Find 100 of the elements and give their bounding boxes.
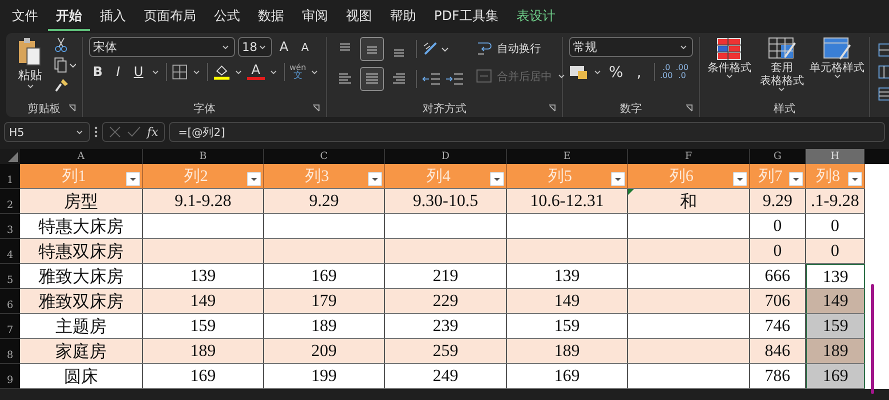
wrap-text-button[interactable]: 自动换行	[475, 37, 567, 59]
format-cells-icon[interactable]	[878, 87, 889, 101]
row-header[interactable]: 5	[0, 264, 20, 289]
name-box[interactable]: H5	[4, 122, 90, 142]
filter-dropdown-icon[interactable]	[368, 172, 382, 186]
scissors-icon[interactable]	[54, 37, 68, 53]
column-header[interactable]: A	[20, 149, 143, 164]
row-header[interactable]: 7	[0, 314, 20, 339]
caret-icon[interactable]	[594, 70, 601, 74]
menu-tab[interactable]: 审阅	[294, 2, 336, 30]
comma-button[interactable]: ,	[629, 63, 649, 81]
horizontal-align-icon[interactable]	[360, 67, 384, 91]
increase-indent-icon[interactable]	[445, 71, 465, 87]
filter-dropdown-icon[interactable]	[247, 172, 261, 186]
menu-tab[interactable]: PDF工具集	[426, 2, 506, 30]
caret-icon[interactable]	[152, 70, 160, 74]
dialog-launcher-icon[interactable]	[68, 104, 76, 112]
caret-icon[interactable]	[680, 44, 687, 50]
filter-dropdown-icon[interactable]	[733, 172, 747, 186]
caret-icon[interactable]	[726, 74, 733, 79]
row-header[interactable]: 9	[0, 364, 20, 389]
decimal-button[interactable]: .00 .0	[676, 64, 688, 80]
caret-icon[interactable]	[192, 70, 200, 74]
column-header[interactable]: B	[143, 149, 264, 164]
filter-dropdown-icon[interactable]	[789, 172, 803, 186]
column-header[interactable]: H	[806, 149, 865, 164]
menu-tab[interactable]: 文件	[4, 2, 46, 30]
font-name-dropdown[interactable]: 宋体	[89, 37, 235, 57]
row-header[interactable]: 6	[0, 289, 20, 314]
menu-tab[interactable]: 页面布局	[136, 2, 204, 30]
shrink-font-button[interactable]: A	[296, 40, 314, 54]
column-header[interactable]: C	[264, 149, 385, 164]
style-button[interactable]: 套用 表格格式	[758, 37, 805, 99]
caret-icon[interactable]	[222, 44, 229, 50]
caret-icon[interactable]	[76, 130, 83, 134]
format-painter-icon[interactable]	[54, 77, 70, 93]
style-button[interactable]: 条件格式	[706, 37, 752, 99]
font-style-button[interactable]: U	[130, 64, 148, 80]
column-header[interactable]: E	[507, 149, 628, 164]
formula-field[interactable]: =[@列2]	[169, 122, 885, 142]
dialog-launcher-icon[interactable]	[312, 104, 320, 112]
menu-tab[interactable]: 帮助	[382, 2, 424, 30]
cell-text: 666	[764, 266, 790, 286]
menu-tab[interactable]: 公式	[206, 2, 248, 30]
caret-icon[interactable]	[834, 74, 840, 79]
font-style-button[interactable]: B	[89, 64, 106, 80]
filter-dropdown-icon[interactable]	[611, 172, 625, 186]
group-title: 样式	[774, 100, 796, 116]
copy-icon[interactable]	[54, 57, 76, 73]
vertical-align-icon[interactable]	[360, 37, 384, 61]
cell-text: 189	[190, 341, 216, 361]
dialog-launcher-icon[interactable]	[685, 104, 693, 112]
row-header[interactable]: 8	[0, 339, 20, 364]
row-header[interactable]: 1	[0, 164, 20, 189]
caret-icon[interactable]	[26, 84, 34, 89]
check-icon[interactable]	[127, 126, 141, 138]
menu-tab[interactable]: 开始	[48, 2, 90, 30]
cancel-icon[interactable]	[109, 126, 121, 138]
cell-text: 159	[554, 316, 580, 336]
decrease-indent-icon[interactable]	[422, 71, 442, 87]
grow-font-button[interactable]: A	[275, 40, 293, 54]
column-header[interactable]: F	[628, 149, 750, 164]
select-all-corner[interactable]	[0, 149, 20, 164]
column-header[interactable]: D	[385, 149, 507, 164]
menu-tab[interactable]: 视图	[338, 2, 380, 30]
fill-color-icon[interactable]	[212, 63, 230, 81]
column-header[interactable]: G	[750, 149, 806, 164]
style-button[interactable]: 单元格样式	[811, 37, 863, 99]
caret-icon[interactable]	[311, 70, 318, 74]
caret-icon[interactable]	[778, 87, 786, 92]
insert-cells-icon[interactable]	[878, 43, 889, 57]
delete-cells-icon[interactable]	[878, 65, 889, 79]
filter-dropdown-icon[interactable]	[126, 172, 140, 186]
cell-text: 179	[311, 291, 337, 311]
font-style-button[interactable]: I	[109, 64, 127, 80]
percent-button[interactable]: %	[606, 63, 626, 81]
corner-triangle-icon[interactable]	[8, 152, 18, 162]
font-size-dropdown[interactable]: 18	[238, 37, 272, 57]
decimal-button[interactable]: .0 .00	[660, 64, 673, 80]
menu-tab[interactable]: 插入	[92, 2, 134, 30]
filter-dropdown-icon[interactable]	[490, 172, 504, 186]
menu-tab[interactable]: 表设计	[508, 2, 564, 30]
caret-icon[interactable]	[259, 44, 266, 50]
paste-button[interactable]: 粘贴	[12, 37, 48, 99]
row-header[interactable]: 2	[0, 189, 20, 214]
row-header[interactable]: 4	[0, 239, 20, 264]
column-header	[865, 149, 889, 164]
font-color-button[interactable]: A	[247, 64, 265, 80]
number-format-dropdown[interactable]: 常规	[569, 37, 693, 57]
caret-icon[interactable]	[235, 70, 242, 74]
menu-tab[interactable]: 数据	[250, 2, 292, 30]
more-options-icon[interactable]	[94, 126, 98, 138]
currency-icon[interactable]	[569, 64, 589, 80]
phonetic-button[interactable]: wén 文	[290, 63, 306, 81]
filter-dropdown-icon[interactable]	[848, 172, 862, 186]
insert-function-button[interactable]: fx	[147, 125, 158, 139]
dialog-launcher-icon[interactable]	[548, 104, 556, 112]
row-header[interactable]: 3	[0, 214, 20, 239]
caret-icon[interactable]	[270, 70, 277, 74]
borders-icon[interactable]	[172, 64, 188, 80]
